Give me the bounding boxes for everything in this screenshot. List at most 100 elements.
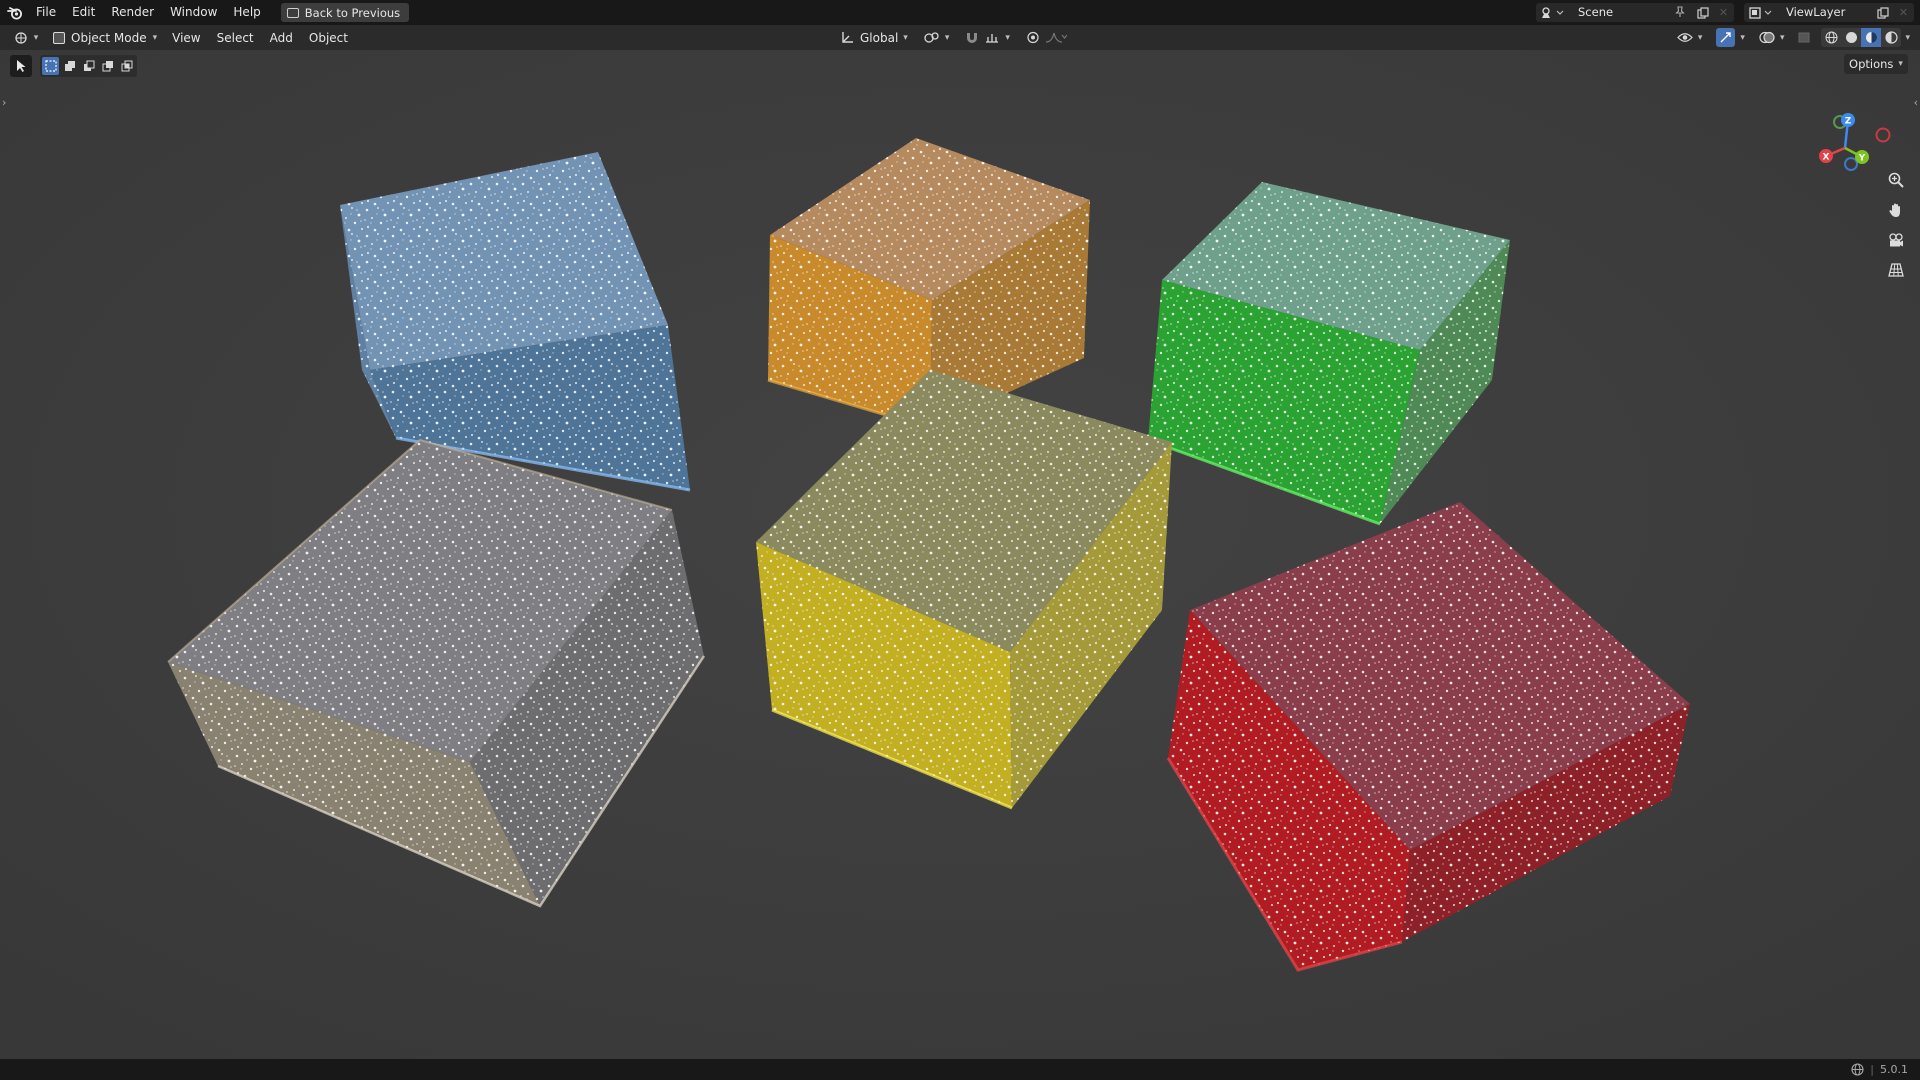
chevron-down-icon: ▾ [152,32,158,43]
screen-back-icon [286,7,299,18]
menu-select[interactable]: Select [209,31,262,45]
falloff-curve-icon [1045,32,1067,43]
3d-viewport-icon [15,31,27,44]
delete-scene-button[interactable]: ✕ [1713,3,1734,22]
xray-toggle[interactable] [1793,28,1817,47]
menu-edit[interactable]: Edit [64,0,103,25]
select-invert-button[interactable] [99,57,116,75]
wireframe-sphere-icon [1825,31,1838,44]
eye-icon [1677,33,1693,42]
viewport-nav-buttons [1882,168,1910,282]
rendered-sphere-icon [1885,31,1898,44]
status-separator: | [1870,1063,1874,1076]
duplicate-icon [1876,6,1889,19]
gizmo-z-label: Z [1845,117,1852,127]
3d-viewport[interactable]: Options ▾ › ‹ Z X Y [0,50,1920,1059]
close-icon: ✕ [1898,6,1909,19]
globe-icon [1851,1063,1864,1076]
overlays-dropdown[interactable]: ▾ [1754,28,1790,47]
gizmo-x-label: X [1823,153,1830,163]
selection-mode-group [40,55,137,77]
transform-orientation-label: Global [860,30,899,45]
wireframe-shading-button[interactable] [1821,28,1841,47]
select-new-button[interactable] [42,57,59,75]
shading-options-chevron-icon[interactable]: ▾ [1905,33,1910,43]
proportional-editing-icon [1027,31,1039,44]
back-to-previous-button[interactable]: Back to Previous [280,3,410,22]
scene-browse-button[interactable] [1536,3,1570,22]
chevron-down-icon: ▾ [1740,32,1745,43]
version-label: 5.0.1 [1880,1063,1908,1076]
camera-icon [1889,233,1903,247]
snap-increment-icon [986,34,999,43]
toolbar-row [10,54,137,78]
perspective-toggle-button[interactable] [1882,258,1910,282]
zoom-magnifier-icon [1888,172,1904,188]
view-layer-name-field[interactable]: ViewLayer [1778,3,1872,22]
chevron-down-icon: ▾ [1779,32,1785,43]
select-subtract-icon [83,60,94,71]
solid-shading-button[interactable] [1841,28,1861,47]
editor-type-button[interactable]: ▾ [6,28,46,47]
select-intersect-icon [121,60,132,72]
object-mode-label: Object Mode [71,30,147,45]
pivot-icon [924,32,939,43]
gizmo-neg-z[interactable] [1844,157,1858,171]
select-tool-button[interactable] [10,55,32,77]
scene-render [0,50,1920,1059]
snapping-toggle[interactable]: ▾ [960,28,1015,47]
menu-file[interactable]: File [28,0,64,25]
pivot-point-dropdown[interactable]: ▾ [919,28,955,47]
zoom-button[interactable] [1882,168,1910,192]
new-scene-button[interactable] [1692,3,1713,22]
select-extend-button[interactable] [61,57,78,75]
scene-name-field[interactable]: Scene [1570,3,1692,22]
gizmo-arrows-icon [1720,32,1732,43]
chevron-down-icon: ▾ [1697,32,1703,43]
select-intersect-button[interactable] [118,57,135,75]
transform-orientation-dropdown[interactable]: Global ▾ [836,28,913,47]
shading-mode-group [1821,28,1902,47]
gizmo-neg-x[interactable] [1875,127,1891,143]
camera-view-button[interactable] [1882,228,1910,252]
material-preview-shading-button[interactable] [1861,28,1882,47]
scene-icon [1542,6,1564,18]
back-to-previous-label: Back to Previous [304,5,401,20]
object-mode-dropdown[interactable]: Object Mode ▾ [46,28,165,47]
select-extend-icon [64,61,75,71]
visibility-dropdown[interactable]: ▾ [1672,28,1708,47]
menu-window[interactable]: Window [162,0,225,25]
menu-view[interactable]: View [164,31,208,45]
overlays-icon [1759,31,1775,44]
chevron-down-icon: ▾ [944,32,950,43]
orientation-axes-icon [842,32,853,43]
menu-add[interactable]: Add [262,31,301,45]
pan-button[interactable] [1882,198,1910,222]
scene-selector: Scene ✕ [1536,3,1734,22]
menu-render[interactable]: Render [103,0,162,25]
new-view-layer-button[interactable] [1872,3,1893,22]
object-mode-icon [53,31,65,44]
close-icon: ✕ [1718,6,1729,19]
duplicate-icon [1696,6,1709,19]
select-new-icon [44,60,57,72]
pin-icon [1675,6,1685,17]
menu-object[interactable]: Object [301,31,356,45]
toolbar-expand-arrow-icon[interactable]: › [2,96,6,109]
sidebar-expand-arrow-icon[interactable]: ‹ [1914,96,1918,109]
select-invert-icon [102,61,113,72]
gizmo-button[interactable] [1716,28,1736,47]
gizmo-toggle[interactable]: ▾ [1711,28,1750,47]
header-center-tools: Global ▾ ▾ ▾ [836,28,1072,47]
cursor-arrow-icon [17,60,26,72]
status-bar: | 5.0.1 [0,1059,1920,1080]
select-subtract-button[interactable] [80,57,97,75]
rendered-shading-button[interactable] [1881,28,1901,47]
delete-view-layer-button[interactable]: ✕ [1893,3,1914,22]
view-layer-browse-button[interactable] [1744,3,1778,22]
proportional-editing-toggle[interactable] [1021,28,1072,47]
blender-logo-icon[interactable] [2,0,28,25]
options-dropdown[interactable]: Options ▾ [1844,54,1908,74]
solid-sphere-icon [1845,32,1857,43]
menu-help[interactable]: Help [225,0,268,25]
